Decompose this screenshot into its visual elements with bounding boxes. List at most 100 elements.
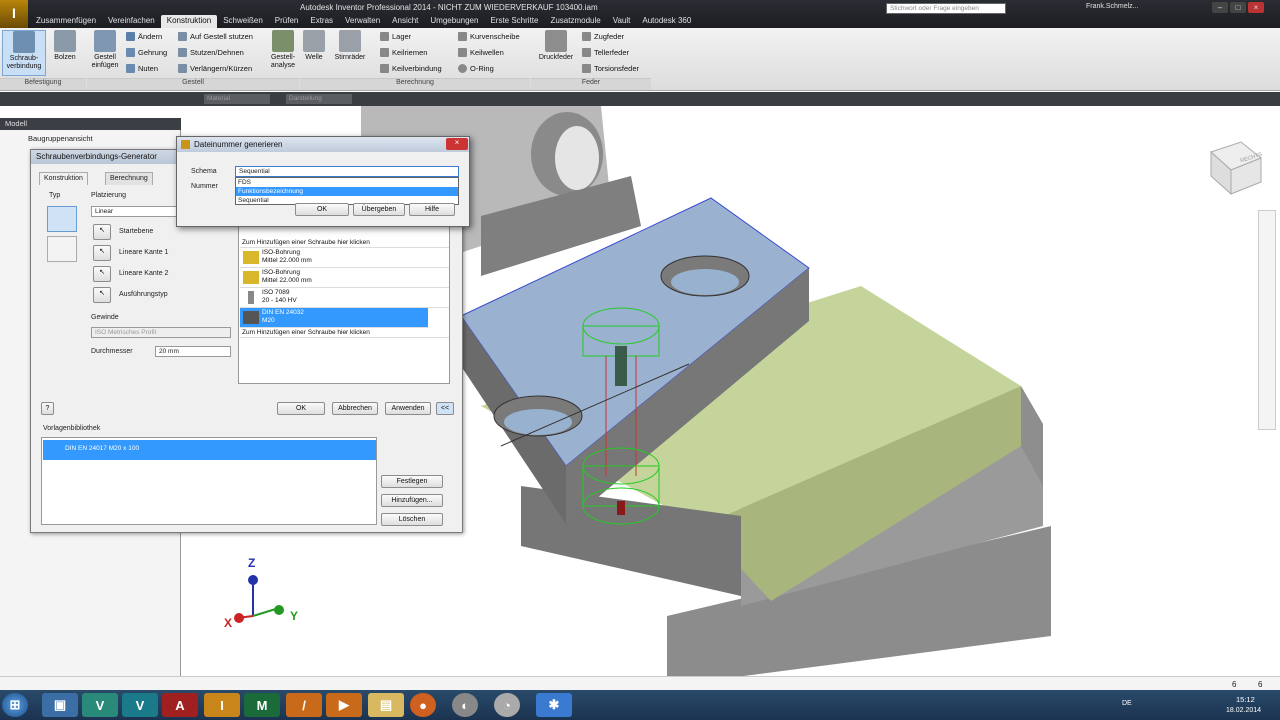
start-button[interactable]: ⊞ <box>2 693 28 717</box>
list-add-top[interactable]: Zum Hinzufügen einer Schraube hier klick… <box>240 238 449 248</box>
festlegen-button[interactable]: Festlegen <box>381 475 443 488</box>
clock-date[interactable]: 18.02.2014 <box>1226 707 1261 714</box>
taskbar-app-7[interactable]: ▶ <box>326 693 362 717</box>
taskbar-app-firefox[interactable]: ● <box>410 693 436 717</box>
list-item[interactable]: ISO-Bohrung Mittel 22.000 mm <box>240 268 449 288</box>
verlaengern-kuerzen-button[interactable]: Verlängern/Kürzen <box>178 64 252 73</box>
hinzufuegen-button[interactable]: Hinzufügen... <box>381 494 443 507</box>
o-ring-button[interactable]: O-Ring <box>458 64 494 73</box>
stirnraeder-button[interactable]: Stirnräder <box>332 30 368 62</box>
search-input[interactable]: Stichwort oder Frage eingeben <box>886 3 1006 14</box>
gestell-analyse-button[interactable]: Gestell- analyse <box>266 30 300 70</box>
ausfuehrungstyp-button[interactable]: ↖ <box>93 287 111 303</box>
ok-button[interactable]: OK <box>277 402 325 415</box>
ribbon-tab[interactable]: Autodesk 360 <box>636 15 697 28</box>
stutzen-dehnen-button[interactable]: Stutzen/Dehnen <box>178 48 244 57</box>
lager-button[interactable]: Lager <box>380 32 411 41</box>
keilriemen-button[interactable]: Keilriemen <box>380 48 427 57</box>
collapse-button[interactable]: << <box>436 402 454 415</box>
user-name[interactable]: Frank.Schmelz... <box>1086 3 1139 10</box>
taskbar-app-8[interactable]: ◐ <box>452 693 478 717</box>
ribbon-tab[interactable]: Schweißen <box>217 15 269 28</box>
kurvenscheibe-button[interactable]: Kurvenscheibe <box>458 32 520 41</box>
torsionsfeder-button[interactable]: Torsionsfeder <box>582 64 639 73</box>
taskbar-app-6[interactable]: / <box>286 693 322 717</box>
taskbar-app-inventor[interactable]: I <box>204 693 240 717</box>
option-funktionsbezeichnung[interactable]: Funktionsbezeichnung <box>236 187 458 196</box>
taskbar-app-10[interactable]: ✱ <box>536 693 572 717</box>
group-feder[interactable]: Feder <box>531 78 651 90</box>
keilwellen-button[interactable]: Keilwellen <box>458 48 504 57</box>
taskbar-app-9[interactable]: ◔ <box>494 693 520 717</box>
tab-berechnung[interactable]: Berechnung <box>105 172 153 185</box>
inventor-logo-icon[interactable]: I <box>0 0 28 28</box>
schraubverbindung-button[interactable]: Schraub- verbindung <box>2 30 46 76</box>
lineare-kante-1-button[interactable]: ↖ <box>93 245 111 261</box>
maximize-button[interactable]: □ <box>1230 2 1246 13</box>
help-icon[interactable]: ? <box>41 402 54 415</box>
schema-select[interactable]: Sequential <box>235 166 459 177</box>
taskbar-app-5[interactable]: M <box>244 693 280 717</box>
ribbon-tab[interactable]: Ansicht <box>386 15 424 28</box>
gehrung-button[interactable]: Gehrung <box>126 48 167 57</box>
taskbar-app-1[interactable]: ▣ <box>42 693 78 717</box>
template-item[interactable]: DIN EN 24017 M20 x 100 <box>43 440 376 460</box>
minimize-button[interactable]: – <box>1212 2 1228 13</box>
clock-time[interactable]: 15:12 <box>1236 695 1255 704</box>
welle-button[interactable]: Welle <box>302 30 326 62</box>
list-item[interactable]: ISO-Bohrung Mittel 22.000 mm <box>240 248 449 268</box>
ok-button[interactable]: OK <box>295 203 349 216</box>
auf-gestell-stutzen-button[interactable]: Auf Gestell stutzen <box>178 32 253 41</box>
ribbon-tab[interactable]: Zusatzmodule <box>544 15 606 28</box>
group-gestell[interactable]: Gestell <box>87 78 299 90</box>
list-add-bottom[interactable]: Zum Hinzufügen einer Schraube hier klick… <box>240 328 449 338</box>
list-item[interactable]: ISO 7089 20 - 140 HV <box>240 288 449 308</box>
abbrechen-button[interactable]: Abbrechen <box>332 402 378 415</box>
startebene-button[interactable]: ↖ <box>93 224 111 240</box>
gestell-einfuegen-button[interactable]: Gestell einfügen <box>88 30 122 70</box>
ribbon-tab[interactable]: Konstruktion <box>160 15 218 28</box>
taskbar-app-2[interactable]: V <box>82 693 118 717</box>
tab-konstruktion[interactable]: Konstruktion <box>39 172 88 185</box>
uebergeben-button[interactable]: Übergeben <box>353 203 405 216</box>
ribbon-tab[interactable]: Umgebungen <box>424 15 484 28</box>
browser-view-select[interactable]: Baugruppenansicht <box>28 134 93 143</box>
blind-bolt-type-button[interactable] <box>47 236 77 262</box>
option-sequential[interactable]: Sequential <box>236 196 271 205</box>
darstellung-select[interactable]: Darstellung <box>286 94 352 104</box>
ribbon-tab[interactable]: Verwalten <box>339 15 386 28</box>
lineare-kante-2-button[interactable]: ↖ <box>93 266 111 282</box>
anwenden-button[interactable]: Anwenden <box>385 402 431 415</box>
keilverbindung-button[interactable]: Keilverbindung <box>380 64 442 73</box>
gewinde-select[interactable]: ISO Metrisches Profil <box>91 327 231 338</box>
taskbar-app-3[interactable]: V <box>122 693 158 717</box>
tellerfeder-button[interactable]: Tellerfeder <box>582 48 629 57</box>
browser-header[interactable]: Modell <box>0 118 181 130</box>
material-select[interactable]: Material <box>204 94 270 104</box>
language-indicator[interactable]: DE <box>1122 700 1132 707</box>
loeschen-button[interactable]: Löschen <box>381 513 443 526</box>
option-fds[interactable]: FDS <box>236 178 253 187</box>
ribbon-tab[interactable]: Erste Schritte <box>484 15 544 28</box>
druckfeder-button[interactable]: Druckfeder <box>536 30 576 62</box>
ribbon-tab[interactable]: Zusammenfügen <box>30 15 102 28</box>
through-bolt-type-button[interactable] <box>47 206 77 232</box>
taskbar-app-explorer[interactable]: ▤ <box>368 693 404 717</box>
durchmesser-select[interactable]: 20 mm <box>155 346 231 357</box>
ribbon-tab[interactable]: Prüfen <box>269 15 305 28</box>
list-item-selected[interactable]: DIN EN 24032 M20 <box>240 308 428 328</box>
close-button[interactable]: × <box>1248 2 1264 13</box>
ribbon-tab[interactable]: Extras <box>304 15 339 28</box>
group-befestigung[interactable]: Befestigung <box>0 78 86 90</box>
close-icon[interactable]: × <box>446 138 468 150</box>
taskbar-app-4[interactable]: A <box>162 693 198 717</box>
zugfeder-button[interactable]: Zugfeder <box>582 32 624 41</box>
ribbon-tab[interactable]: Vault <box>607 15 637 28</box>
hilfe-button[interactable]: Hilfe <box>409 203 455 216</box>
navigation-bar[interactable] <box>1258 210 1276 430</box>
bolzen-button[interactable]: Bolzen <box>50 30 80 62</box>
nuten-button[interactable]: Nuten <box>126 64 158 73</box>
ribbon-tab[interactable]: Vereinfachen <box>102 15 161 28</box>
group-berechnung[interactable]: Berechnung <box>300 78 530 90</box>
aendern-button[interactable]: Ändern <box>126 32 162 41</box>
